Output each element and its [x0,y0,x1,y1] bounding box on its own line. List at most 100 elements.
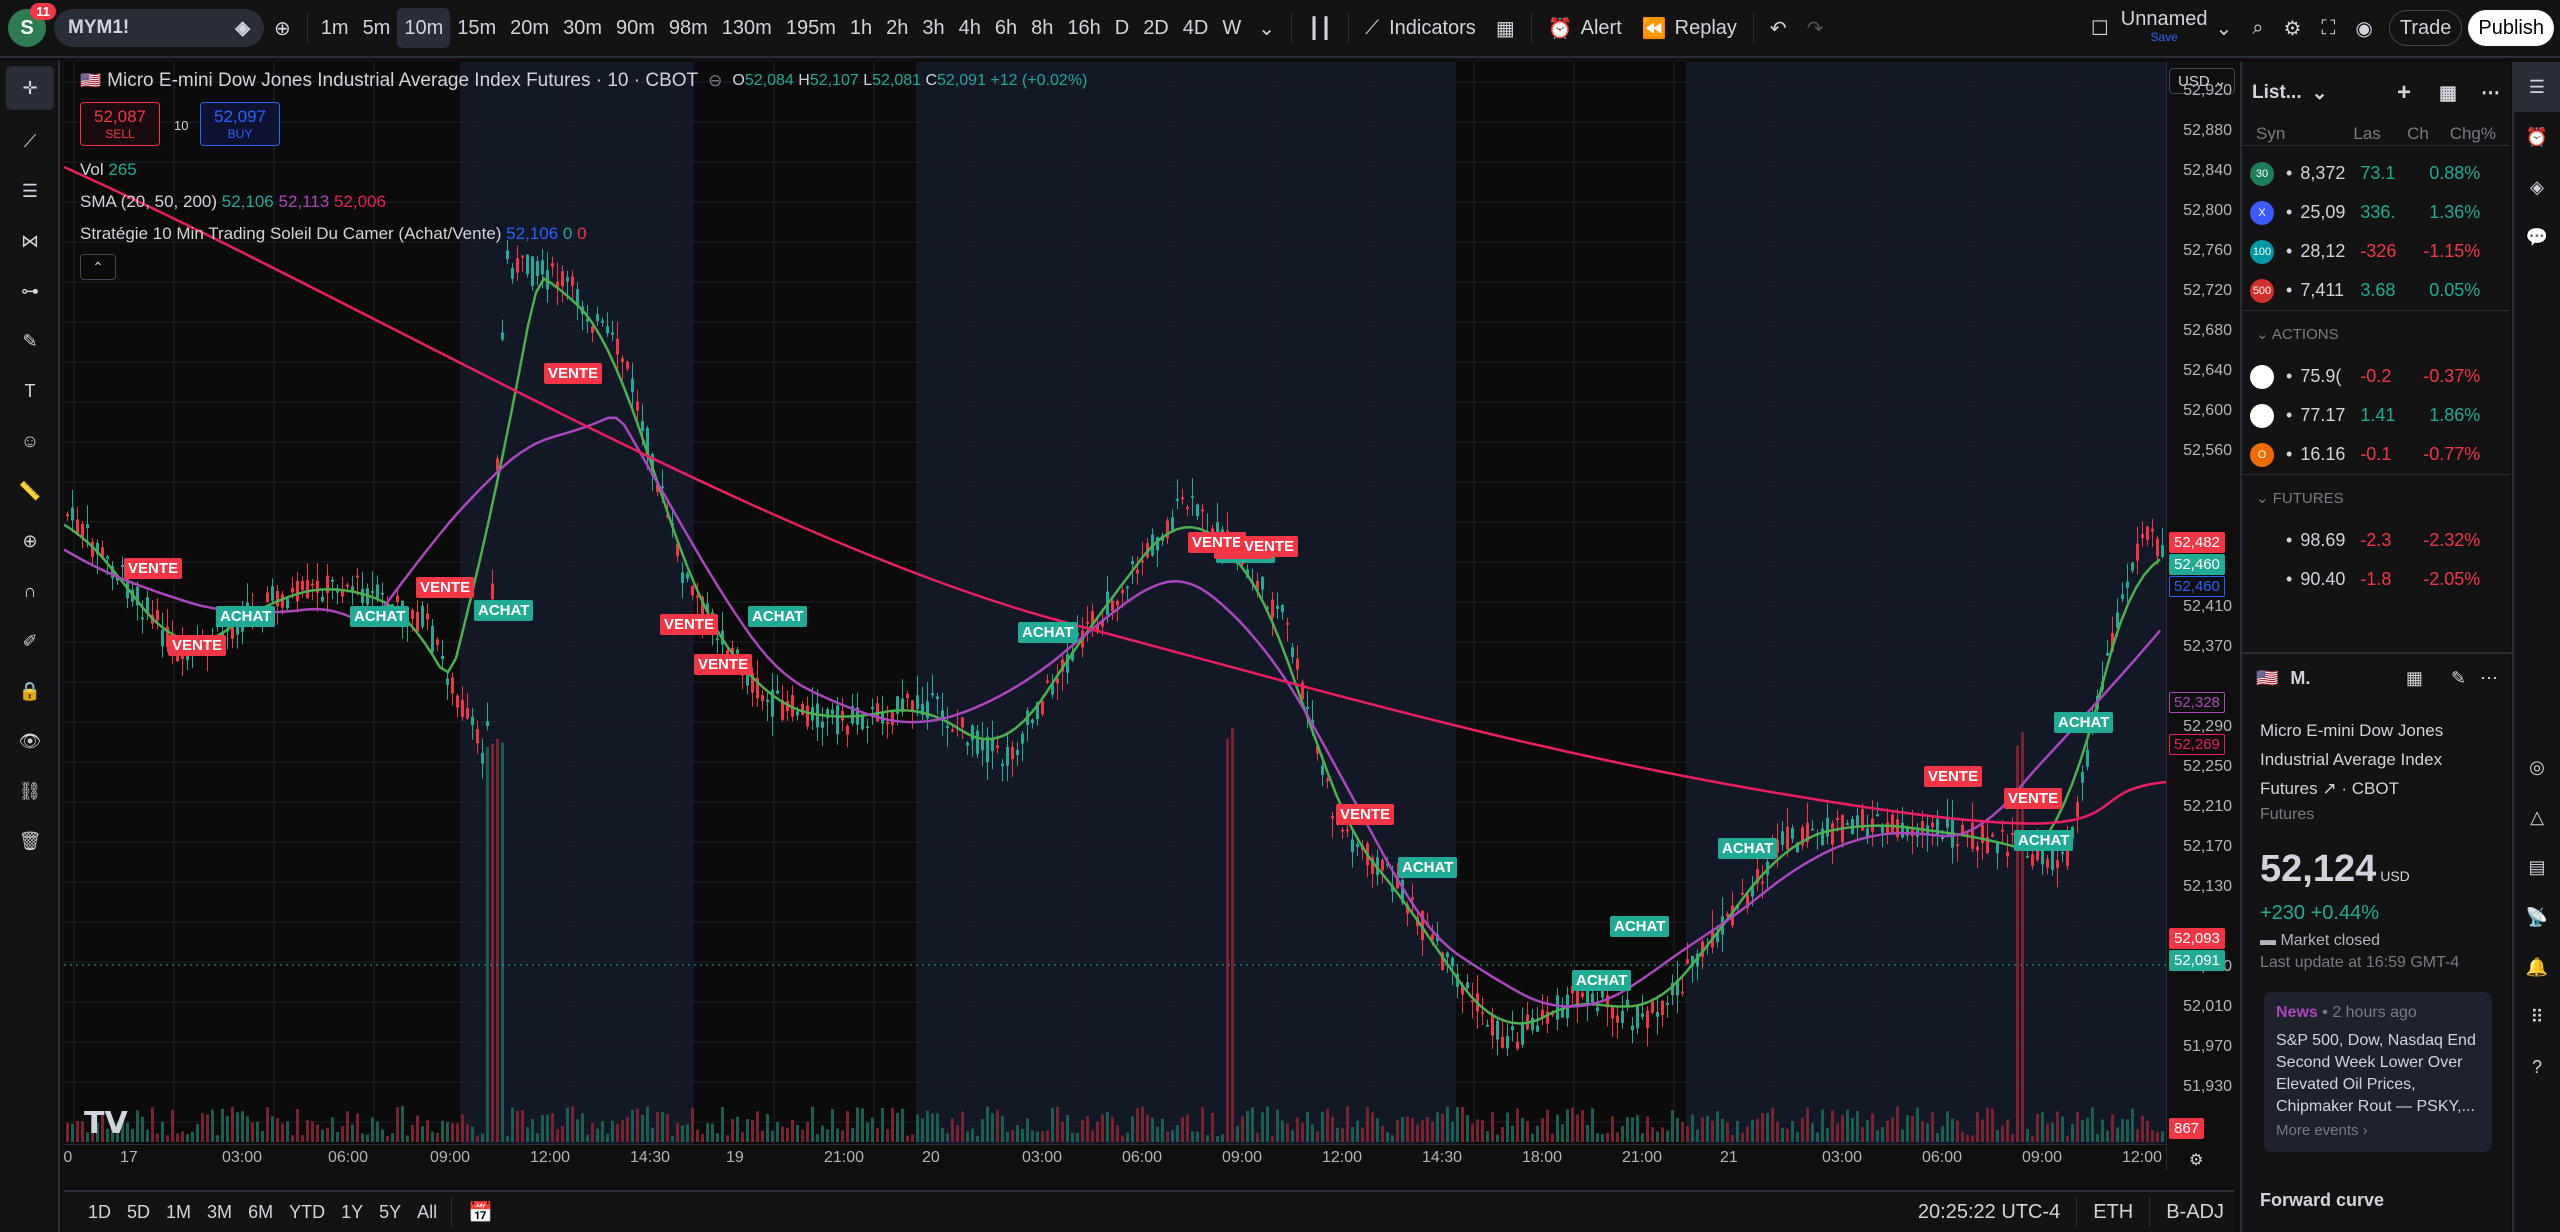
news-card[interactable]: News • 2 hours ago S&P 500, Dow, Nasdaq … [2264,992,2492,1152]
section-header[interactable]: ⌄ ACTIONS [2242,310,2510,357]
interval-15m[interactable]: 15m [450,8,503,48]
range-5Y[interactable]: 5Y [371,1192,409,1232]
interval-98m[interactable]: 98m [662,8,715,48]
chevron-down-icon[interactable]: ⌄ [2312,82,2328,105]
watchlist-row[interactable]: • 98.69 -2.3 -2.32% [2242,521,2510,560]
interval-3h[interactable]: 3h [915,8,951,48]
text-icon[interactable]: T [0,366,60,416]
trade-button[interactable]: Trade [2388,10,2463,46]
camera-icon[interactable]: ◉ [2345,8,2382,48]
clock-display[interactable]: 20:25:22 UTC-4 [1908,1192,2070,1232]
watchlist-row[interactable]: X • 25,09 336. 1.36% [2242,193,2510,232]
help-icon[interactable]: ? [2514,1042,2560,1092]
trash-icon[interactable]: 🗑 [0,816,60,866]
chevron-down-icon[interactable]: ⌄ [1248,8,1285,48]
forecast-icon[interactable]: ⊶ [0,266,60,316]
interval-4D[interactable]: 4D [1176,8,1216,48]
news-headline[interactable]: S&P 500, Dow, Nasdaq End Second Week Low… [2276,1030,2480,1118]
fib-icon[interactable]: ☰ [0,166,60,216]
emoji-icon[interactable]: ☺ [0,416,60,466]
interval-195m[interactable]: 195m [779,8,843,48]
interval-30m[interactable]: 30m [556,8,609,48]
pattern-icon[interactable]: ⋈ [0,216,60,266]
lock-icon[interactable]: 🔒 [0,666,60,716]
chart-settings-icon[interactable]: ⚙ [2189,1150,2203,1170]
section-header[interactable]: ⌄ FUTURES [2242,474,2510,521]
interval-16h[interactable]: 16h [1060,8,1107,48]
range-1Y[interactable]: 1Y [333,1192,371,1232]
external-link-icon[interactable]: ↗ [2322,779,2336,798]
watchlist-row[interactable]: 500 • 7,411 3.68 0.05% [2242,271,2510,310]
crosshair-icon[interactable]: ✛ [6,66,54,110]
eye-icon[interactable]: 👁 [0,716,60,766]
edit-icon[interactable]: ✎ [2451,668,2466,689]
more-events-link[interactable]: More events › [2276,1122,2480,1139]
calendar-icon[interactable]: ▤ [2514,842,2560,892]
layers-icon[interactable]: ◈ [2514,162,2560,212]
column-header[interactable]: Ch [2381,124,2429,145]
notifications-icon[interactable]: 🔔 [2514,942,2560,992]
chat-icon[interactable]: 💬 [2514,212,2560,262]
interval-1m[interactable]: 1m [314,8,356,48]
broadcast-icon[interactable]: 📡 [2514,892,2560,942]
range-6M[interactable]: 6M [240,1192,281,1232]
trend-line-icon[interactable]: ⟋ [0,116,60,166]
date-range-icon[interactable]: 📅 [458,1192,503,1232]
more-icon[interactable]: ⋯ [2480,668,2498,689]
interval-2h[interactable]: 2h [879,8,915,48]
alerts-icon[interactable]: ⏰ [2514,112,2560,162]
templates-icon[interactable]: ▦ [1486,8,1525,48]
interval-8h[interactable]: 8h [1024,8,1060,48]
interval-10m[interactable]: 10m [397,8,451,48]
adjustment-button[interactable]: B-ADJ [2156,1192,2234,1232]
target-icon[interactable]: ◎ [2514,742,2560,792]
collapse-legend-button[interactable]: ⌃ [80,254,116,280]
range-All[interactable]: All [409,1192,445,1232]
add-symbol-button[interactable]: ⊕ [264,8,301,48]
columns-icon[interactable]: ▦ [2439,82,2457,105]
alert-button[interactable]: ⏰ Alert [1538,8,1632,48]
replay-button[interactable]: ⏪ Replay [1632,8,1747,48]
pencil-lock-icon[interactable]: ✐ [0,616,60,666]
quick-search-icon[interactable]: ⌕ [2242,8,2273,48]
watchlist-row[interactable]: O • 16.16 -0.1 -0.77% [2242,435,2510,474]
ideas-icon[interactable]: △ [2514,792,2560,842]
link-icon[interactable]: ⛓ [0,766,60,816]
zoom-in-icon[interactable]: ⊕ [0,516,60,566]
watchlist-row[interactable]: • 90.40 -1.8 -2.05% [2242,560,2510,599]
chart-area[interactable]: 🇺🇸 Micro E-mini Dow Jones Industrial Ave… [64,62,2234,1170]
undo-icon[interactable]: ↶ [1760,8,1797,48]
interval-130m[interactable]: 130m [715,8,779,48]
ruler-icon[interactable]: 📏 [0,466,60,516]
settings-icon[interactable]: ⚙ [2273,8,2311,48]
layout-button[interactable]: ☐ Unnamed Save ⌄ [2081,8,2242,48]
range-5D[interactable]: 5D [119,1192,158,1232]
interval-W[interactable]: W [1215,8,1248,48]
watchlist-row[interactable]: • 77.17 1.41 1.86% [2242,396,2510,435]
column-header[interactable]: Chg% [2429,124,2496,145]
range-1D[interactable]: 1D [80,1192,119,1232]
price-scale[interactable]: USD ⌄ ⚙ 52,920 52,880 52,840 52,800 52,760 52… [2166,62,2238,1170]
interval-D[interactable]: D [1108,8,1136,48]
watchlist-row[interactable]: • 75.9(-0.2 -0.37% [2242,357,2510,396]
watchlist-title[interactable]: List... [2252,82,2302,104]
interval-90m[interactable]: 90m [609,8,662,48]
interval-5m[interactable]: 5m [356,8,398,48]
range-YTD[interactable]: YTD [281,1192,333,1232]
watchlist-row[interactable]: 100 • 28,12 -326 -1.15% [2242,232,2510,271]
fullscreen-icon[interactable]: ⛶ [2311,8,2345,48]
interval-20m[interactable]: 20m [503,8,556,48]
grid-icon[interactable]: ▦ [2406,668,2423,689]
indicators-button[interactable]: ⟋ Indicators [1355,8,1486,48]
sell-button[interactable]: 52,087 SELL [80,102,160,146]
magnet-icon[interactable]: ∩ [0,566,60,616]
symbol-options-icon[interactable]: ◈ [235,17,250,40]
user-avatar[interactable]: S 11 [8,3,56,47]
apps-icon[interactable]: ⠿ [2514,992,2560,1042]
range-3M[interactable]: 3M [199,1192,240,1232]
more-icon[interactable]: ⋯ [2481,82,2500,105]
forward-curve-link[interactable]: Forward curve [2260,1190,2384,1211]
interval-4h[interactable]: 4h [952,8,988,48]
watchlist-icon[interactable]: ☰ [2514,62,2560,112]
brush-icon[interactable]: ✎ [0,316,60,366]
